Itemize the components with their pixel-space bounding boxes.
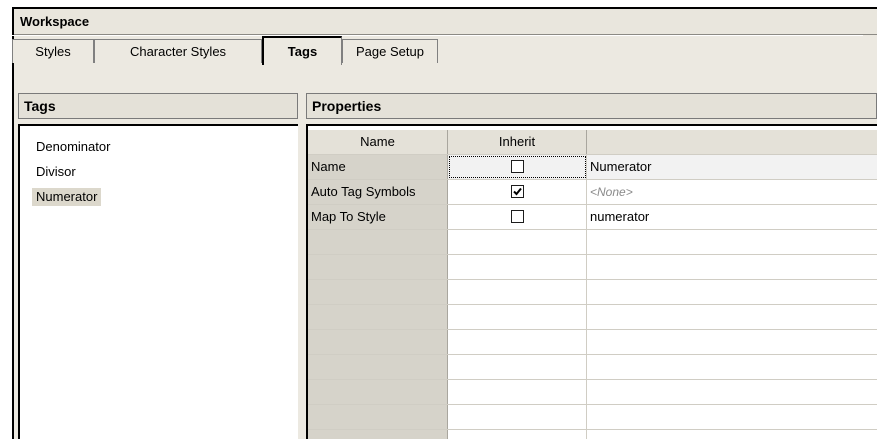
empty-row — [308, 230, 877, 255]
empty-name-cell — [308, 255, 448, 279]
empty-name-cell — [308, 305, 448, 329]
property-name: Map To Style — [308, 205, 448, 229]
empty-row — [308, 355, 877, 380]
checkmark-icon — [513, 187, 522, 196]
tab-bar: Styles Character Styles Tags Page Setup — [6, 35, 863, 65]
inherit-cell[interactable] — [448, 180, 587, 204]
workspace-title: Workspace — [20, 14, 90, 29]
properties-header-row: Name Inherit — [308, 130, 877, 155]
tags-list[interactable]: Denominator Divisor Numerator — [18, 124, 298, 439]
column-header-value[interactable] — [587, 130, 877, 154]
inherit-cell[interactable] — [448, 205, 587, 229]
empty-name-cell — [308, 355, 448, 379]
column-header-inherit[interactable]: Inherit — [448, 130, 587, 154]
properties-panel-header: Properties — [306, 93, 877, 119]
property-row-name[interactable]: Name Numerator — [308, 155, 877, 180]
empty-name-cell — [308, 405, 448, 429]
tags-panel-title: Tags — [24, 98, 56, 114]
empty-name-cell — [308, 330, 448, 354]
empty-inherit-cell — [448, 255, 587, 279]
empty-inherit-cell — [448, 280, 587, 304]
empty-row — [308, 405, 877, 430]
empty-inherit-cell — [448, 230, 587, 254]
empty-row — [308, 430, 877, 439]
empty-name-cell — [308, 380, 448, 404]
tab-page-setup[interactable]: Page Setup — [342, 39, 438, 63]
inherit-checkbox[interactable] — [511, 160, 524, 173]
property-name: Name — [308, 155, 448, 179]
inherit-checkbox[interactable] — [511, 210, 524, 223]
tab-character-styles-label: Character Styles — [129, 44, 227, 59]
empty-inherit-cell — [448, 405, 587, 429]
property-row-map-to-style[interactable]: Map To Style numerator — [308, 205, 877, 230]
tag-item-divisor[interactable]: Divisor — [32, 163, 80, 181]
property-value[interactable]: numerator — [587, 205, 877, 229]
property-name: Auto Tag Symbols — [308, 180, 448, 204]
inherit-cell[interactable] — [448, 155, 587, 179]
empty-row — [308, 330, 877, 355]
empty-name-cell — [308, 230, 448, 254]
tab-styles[interactable]: Styles — [12, 39, 94, 63]
tags-panel-header: Tags — [18, 93, 298, 119]
property-value[interactable]: <None> — [587, 180, 877, 204]
empty-row — [308, 305, 877, 330]
tab-character-styles[interactable]: Character Styles — [94, 39, 262, 63]
empty-row — [308, 280, 877, 305]
empty-row — [308, 380, 877, 405]
tab-styles-label: Styles — [35, 44, 71, 59]
workspace-header: Workspace — [14, 9, 877, 35]
empty-inherit-cell — [448, 355, 587, 379]
properties-panel-title: Properties — [312, 98, 382, 114]
empty-name-cell — [308, 430, 448, 439]
empty-inherit-cell — [448, 330, 587, 354]
tag-item-denominator[interactable]: Denominator — [32, 138, 114, 156]
empty-inherit-cell — [448, 305, 587, 329]
properties-grid[interactable]: Name Inherit Name Numerator Auto Tag Sym… — [306, 124, 877, 439]
tab-tags-label: Tags — [287, 44, 318, 59]
property-value[interactable]: Numerator — [587, 155, 877, 179]
empty-inherit-cell — [448, 430, 587, 439]
tab-page-setup-label: Page Setup — [356, 44, 424, 59]
property-row-auto-tag-symbols[interactable]: Auto Tag Symbols <None> — [308, 180, 877, 205]
tab-tags[interactable]: Tags — [262, 36, 342, 65]
column-header-name[interactable]: Name — [308, 130, 448, 154]
empty-row — [308, 255, 877, 280]
empty-name-cell — [308, 280, 448, 304]
inherit-checkbox[interactable] — [511, 185, 524, 198]
empty-inherit-cell — [448, 380, 587, 404]
tag-item-numerator[interactable]: Numerator — [32, 188, 102, 206]
